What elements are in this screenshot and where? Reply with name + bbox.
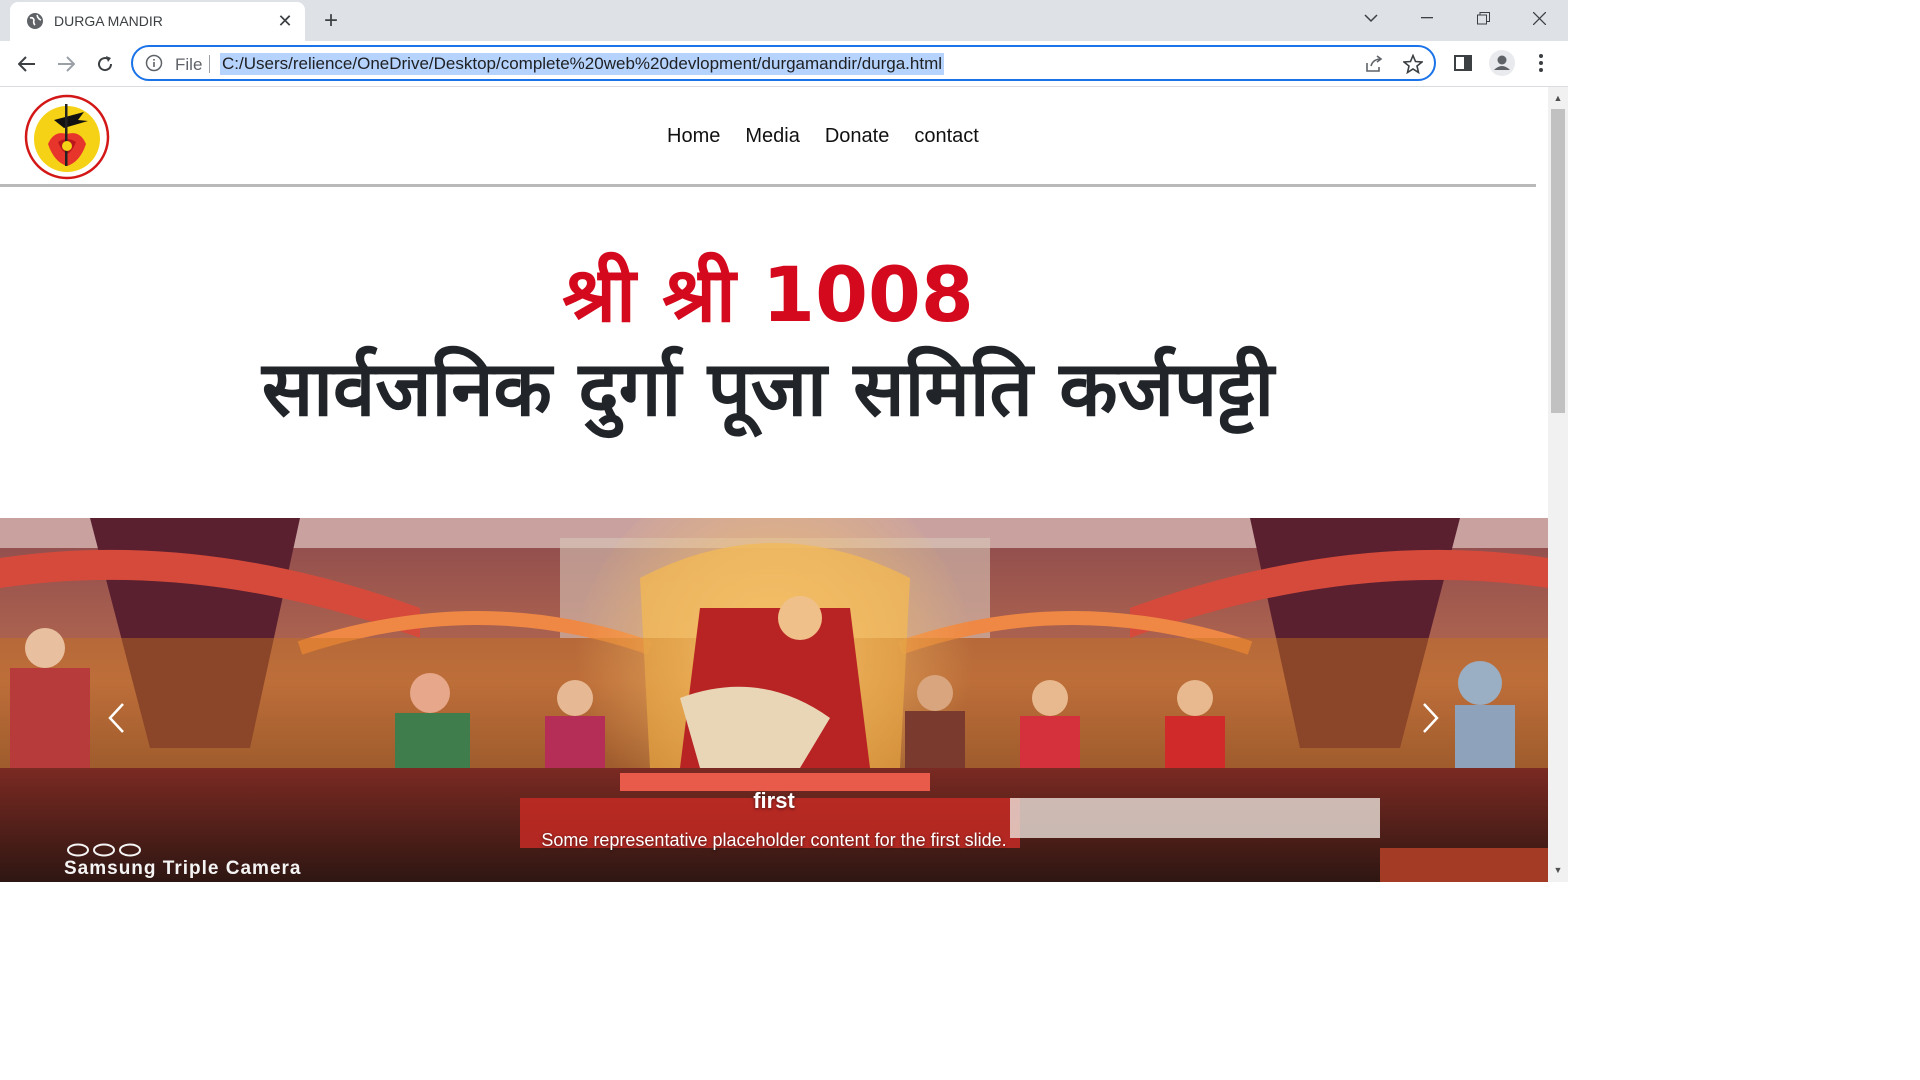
close-tab-icon[interactable]: ✕ [274, 10, 296, 32]
minimize-icon[interactable] [1401, 0, 1453, 36]
url-text[interactable]: C:/Users/relience/OneDrive/Desktop/compl… [220, 53, 945, 75]
carousel-prev-button[interactable] [96, 688, 136, 748]
page-scrollbar[interactable]: ▲ ▼ [1548, 87, 1568, 882]
star-icon[interactable] [1402, 53, 1424, 75]
slide-caption-text: Some representative placeholder content … [541, 830, 1007, 850]
browser-toolbar: File C:/Users/relience/OneDrive/Desktop/… [0, 41, 1568, 87]
page-title: श्री श्री 1008 सार्वजनिक दुर्गा पूजा समि… [0, 257, 1536, 427]
reload-icon[interactable] [90, 49, 120, 79]
title-line-committee: सार्वजनिक दुर्गा पूजा समिति कर्जपट्टी [261, 344, 1275, 433]
side-panel-icon[interactable] [1450, 50, 1476, 76]
tab-title: DURGA MANDIR [54, 13, 163, 29]
new-tab-icon[interactable]: + [318, 7, 344, 34]
nav-links: Home Media Donate contact [667, 125, 1004, 148]
title-line-honorific: श्री श्री 1008 [562, 250, 974, 339]
tab-strip: DURGA MANDIR ✕ + [0, 0, 1568, 41]
restore-icon[interactable] [1457, 0, 1509, 36]
close-window-icon[interactable] [1513, 0, 1565, 36]
browser-tab[interactable]: DURGA MANDIR ✕ [10, 2, 305, 41]
address-bar[interactable]: File C:/Users/relience/OneDrive/Desktop/… [131, 45, 1436, 81]
site-navbar: Home Media Donate contact [0, 87, 1536, 187]
carousel-next-button[interactable] [1411, 688, 1451, 748]
carousel-slide-image [0, 518, 1548, 882]
omnibox-divider [209, 55, 210, 73]
menu-kebab-icon[interactable] [1528, 50, 1554, 76]
share-icon[interactable] [1363, 53, 1385, 75]
back-icon[interactable] [12, 49, 42, 79]
globe-icon [27, 13, 43, 29]
info-icon[interactable] [145, 54, 163, 72]
image-carousel: first Some representative placeholder co… [0, 518, 1548, 882]
nav-link-donate[interactable]: Donate [825, 125, 890, 148]
nav-link-contact[interactable]: contact [914, 125, 978, 148]
slide-caption-title: first [753, 788, 795, 813]
page-viewport: Home Media Donate contact श्री श्री 1008… [0, 87, 1548, 882]
scrollbar-thumb[interactable] [1551, 109, 1565, 413]
camera-lens-icon [67, 843, 141, 857]
profile-avatar-icon[interactable] [1489, 50, 1515, 76]
forward-icon[interactable] [51, 49, 81, 79]
tab-search-icon[interactable] [1345, 0, 1397, 36]
scroll-up-icon[interactable]: ▲ [1553, 93, 1563, 103]
scheme-label: File [175, 55, 203, 74]
chevron-right-icon [1423, 703, 1439, 733]
camera-watermark: Samsung Triple Camera [64, 858, 302, 879]
nav-link-home[interactable]: Home [667, 125, 720, 148]
chevron-left-icon [108, 703, 124, 733]
nav-link-media[interactable]: Media [745, 125, 799, 148]
scroll-down-icon[interactable]: ▼ [1553, 865, 1563, 875]
temple-logo[interactable] [24, 94, 110, 180]
